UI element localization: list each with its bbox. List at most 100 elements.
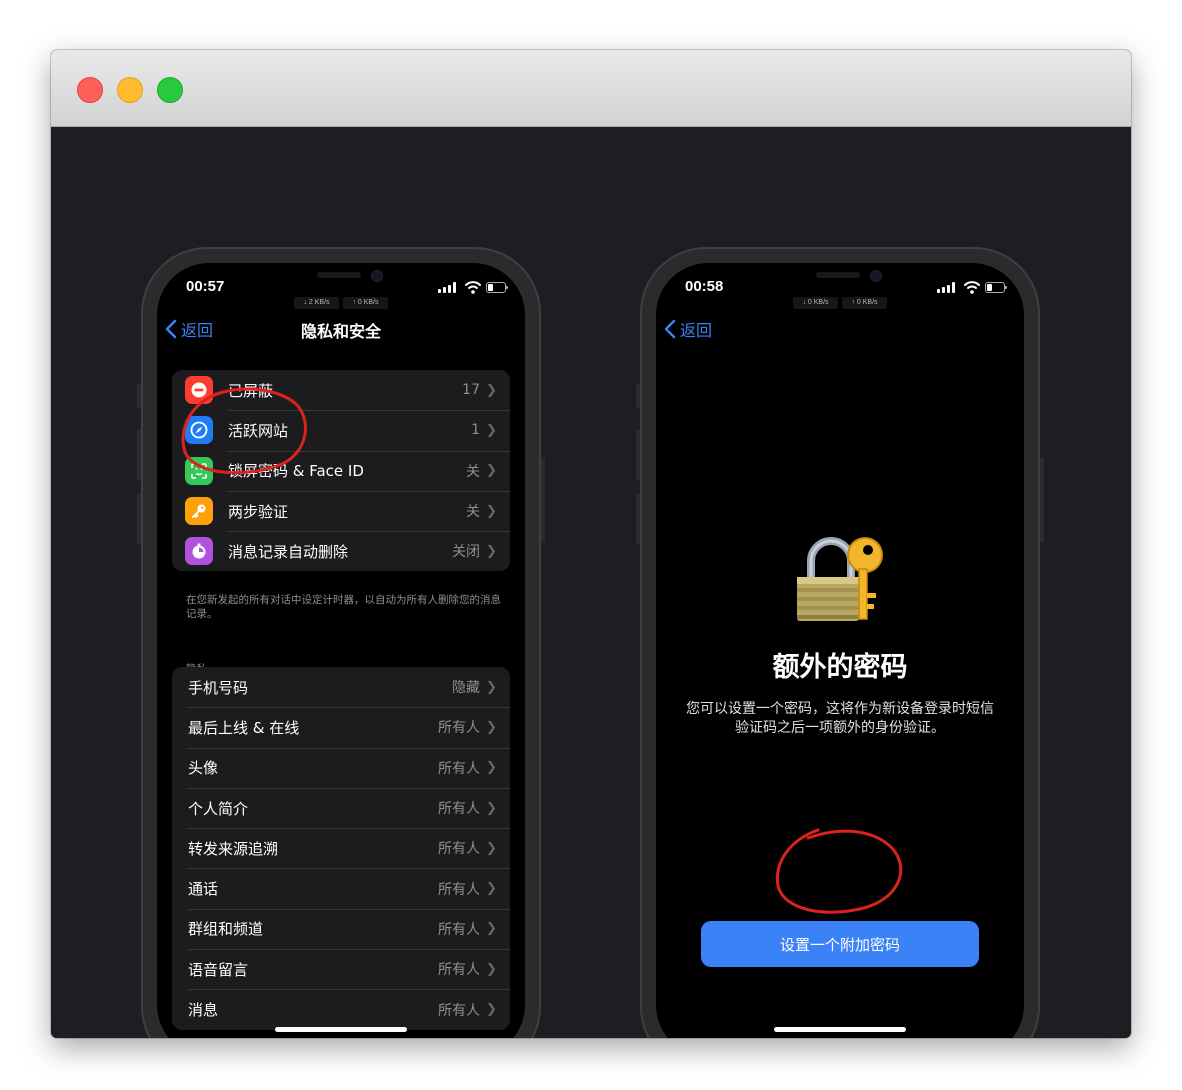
front-camera-icon xyxy=(870,270,882,282)
home-indicator[interactable] xyxy=(774,1027,906,1032)
row-value: 所有人 xyxy=(438,962,480,979)
chevron-right-icon: ❯ xyxy=(486,840,497,856)
row-label: 转发来源追溯 xyxy=(188,839,279,858)
hand-block-icon xyxy=(185,376,213,405)
row-label: 个人简介 xyxy=(188,799,249,818)
volume-down-button xyxy=(137,493,141,545)
chevron-right-icon: ❯ xyxy=(486,422,497,438)
row-value: 关闭 xyxy=(452,544,480,561)
row-phone-number[interactable]: 手机号码 隐藏 ❯ xyxy=(172,667,510,707)
row-label: 已屏蔽 xyxy=(228,381,274,400)
status-time: 00:58 xyxy=(685,278,724,295)
speaker-grille xyxy=(317,272,361,278)
page-description: 您可以设置一个密码，这将作为新设备登录时短信验证码之后一项额外的身份验证。 xyxy=(686,701,994,736)
chevron-right-icon: ❯ xyxy=(486,961,497,977)
privacy-group: 手机号码 隐藏 ❯ 最后上线 & 在线 所有人 ❯ 头像 所有人 ❯ 个人简介 … xyxy=(172,667,510,1030)
row-value: 所有人 xyxy=(438,921,480,938)
page-heading: 额外的密码 xyxy=(772,652,908,683)
row-bio[interactable]: 个人简介 所有人 ❯ xyxy=(172,787,510,828)
back-label: 返回 xyxy=(680,321,713,340)
row-label: 两步验证 xyxy=(228,502,289,521)
row-label: 活跃网站 xyxy=(228,421,289,440)
phone-additional-password: 00:58 ↓ 0 KB/s ↑ 0 KB/s 返回 额外的密码 您可以设置一个… xyxy=(636,247,1044,1038)
row-value: 所有人 xyxy=(438,760,480,777)
row-last-seen[interactable]: 最后上线 & 在线 所有人 ❯ xyxy=(172,707,510,747)
chevron-right-icon: ❯ xyxy=(486,1002,497,1018)
row-passcode-face-id[interactable]: 锁屏密码 & Face ID 关 ❯ xyxy=(172,450,510,491)
row-label: 通话 xyxy=(188,880,219,899)
row-value: 所有人 xyxy=(438,801,480,818)
chevron-right-icon: ❯ xyxy=(486,760,497,776)
mute-switch xyxy=(137,383,141,409)
chevron-right-icon: ❯ xyxy=(486,921,497,937)
chevron-right-icon: ❯ xyxy=(486,881,497,897)
padlock-key-icon xyxy=(797,537,883,621)
close-window-button[interactable] xyxy=(77,77,103,103)
status-time: 00:57 xyxy=(186,278,225,295)
row-active-sites[interactable]: 活跃网站 1 ❯ xyxy=(172,410,510,450)
back-button[interactable]: 返回 xyxy=(664,317,712,341)
network-speed: ↓ 0 KB/s ↑ 0 KB/s xyxy=(793,297,887,309)
phone-screen: 00:57 ↓ 2 KB/s ↑ 0 KB/s 返回 隐私和安全 已屏蔽 17 … xyxy=(157,263,525,1038)
row-auto-delete-messages[interactable]: 消息记录自动删除 关闭 ❯ xyxy=(172,531,510,571)
compass-icon xyxy=(185,416,213,445)
upload-speed: ↑ 0 KB/s xyxy=(343,297,388,309)
row-messages[interactable]: 消息 所有人 ❯ xyxy=(172,989,510,1029)
key-icon xyxy=(185,497,213,526)
battery-icon xyxy=(985,282,1007,293)
row-two-step-verification[interactable]: 两步验证 关 ❯ xyxy=(172,490,510,531)
wifi-icon xyxy=(964,281,980,294)
front-camera-icon xyxy=(371,270,383,282)
network-speed: ↓ 2 KB/s ↑ 0 KB/s xyxy=(294,297,388,309)
security-group: 已屏蔽 17 ❯ 活跃网站 1 ❯ 锁屏密码 & Face ID 关 ❯ 两步验… xyxy=(172,370,510,572)
row-label: 头像 xyxy=(188,759,219,778)
row-label: 消息 xyxy=(188,1001,219,1020)
window-titlebar xyxy=(51,50,1131,127)
row-value: 关 xyxy=(466,504,480,521)
face-id-icon xyxy=(185,456,213,485)
row-label: 最后上线 & 在线 xyxy=(188,718,300,737)
power-button xyxy=(541,457,545,543)
app-window: 00:57 ↓ 2 KB/s ↑ 0 KB/s 返回 隐私和安全 已屏蔽 17 … xyxy=(51,50,1131,1038)
battery-icon xyxy=(486,282,508,293)
row-blocked[interactable]: 已屏蔽 17 ❯ xyxy=(172,370,510,410)
status-icons xyxy=(438,281,508,294)
row-label: 群组和频道 xyxy=(188,920,264,939)
home-indicator[interactable] xyxy=(275,1027,407,1032)
row-voice-messages[interactable]: 语音留言 所有人 ❯ xyxy=(172,949,510,989)
volume-down-button xyxy=(636,493,640,545)
phone-screen: 00:58 ↓ 0 KB/s ↑ 0 KB/s 返回 额外的密码 您可以设置一个… xyxy=(656,263,1024,1038)
chevron-left-icon xyxy=(664,319,676,339)
timer-icon xyxy=(185,537,213,566)
chevron-right-icon: ❯ xyxy=(486,463,497,479)
download-speed: ↓ 0 KB/s xyxy=(793,297,838,309)
download-speed: ↓ 2 KB/s xyxy=(294,297,339,309)
chevron-right-icon: ❯ xyxy=(486,503,497,519)
mute-switch xyxy=(636,383,640,409)
row-value: 隐藏 xyxy=(452,680,480,697)
row-value: 所有人 xyxy=(438,841,480,858)
row-value: 所有人 xyxy=(438,720,480,737)
row-label: 手机号码 xyxy=(188,678,249,697)
row-groups-channels[interactable]: 群组和频道 所有人 ❯ xyxy=(172,908,510,949)
row-label: 语音留言 xyxy=(188,960,249,979)
set-additional-password-button[interactable]: 设置一个附加密码 xyxy=(701,921,979,967)
wifi-icon xyxy=(465,281,481,294)
window-content: 00:57 ↓ 2 KB/s ↑ 0 KB/s 返回 隐私和安全 已屏蔽 17 … xyxy=(51,127,1131,1038)
row-label: 锁屏密码 & Face ID xyxy=(228,462,364,481)
row-calls[interactable]: 通话 所有人 ❯ xyxy=(172,868,510,908)
zoom-window-button[interactable] xyxy=(157,77,183,103)
row-label: 消息记录自动删除 xyxy=(228,542,349,561)
page-title: 隐私和安全 xyxy=(300,322,381,341)
row-forwarded-messages[interactable]: 转发来源追溯 所有人 ❯ xyxy=(172,828,510,868)
row-profile-photo[interactable]: 头像 所有人 ❯ xyxy=(172,747,510,788)
minimize-window-button[interactable] xyxy=(117,77,143,103)
volume-up-button xyxy=(137,429,141,481)
status-icons xyxy=(937,281,1007,294)
row-value: 所有人 xyxy=(438,1002,480,1019)
chevron-right-icon: ❯ xyxy=(486,800,497,816)
chevron-right-icon: ❯ xyxy=(486,719,497,735)
speaker-grille xyxy=(816,272,860,278)
chevron-right-icon: ❯ xyxy=(486,679,497,695)
security-footnote: 在您新发起的所有对话中设定计时器，以自动为所有人删除您的消息记录。 xyxy=(186,594,501,620)
